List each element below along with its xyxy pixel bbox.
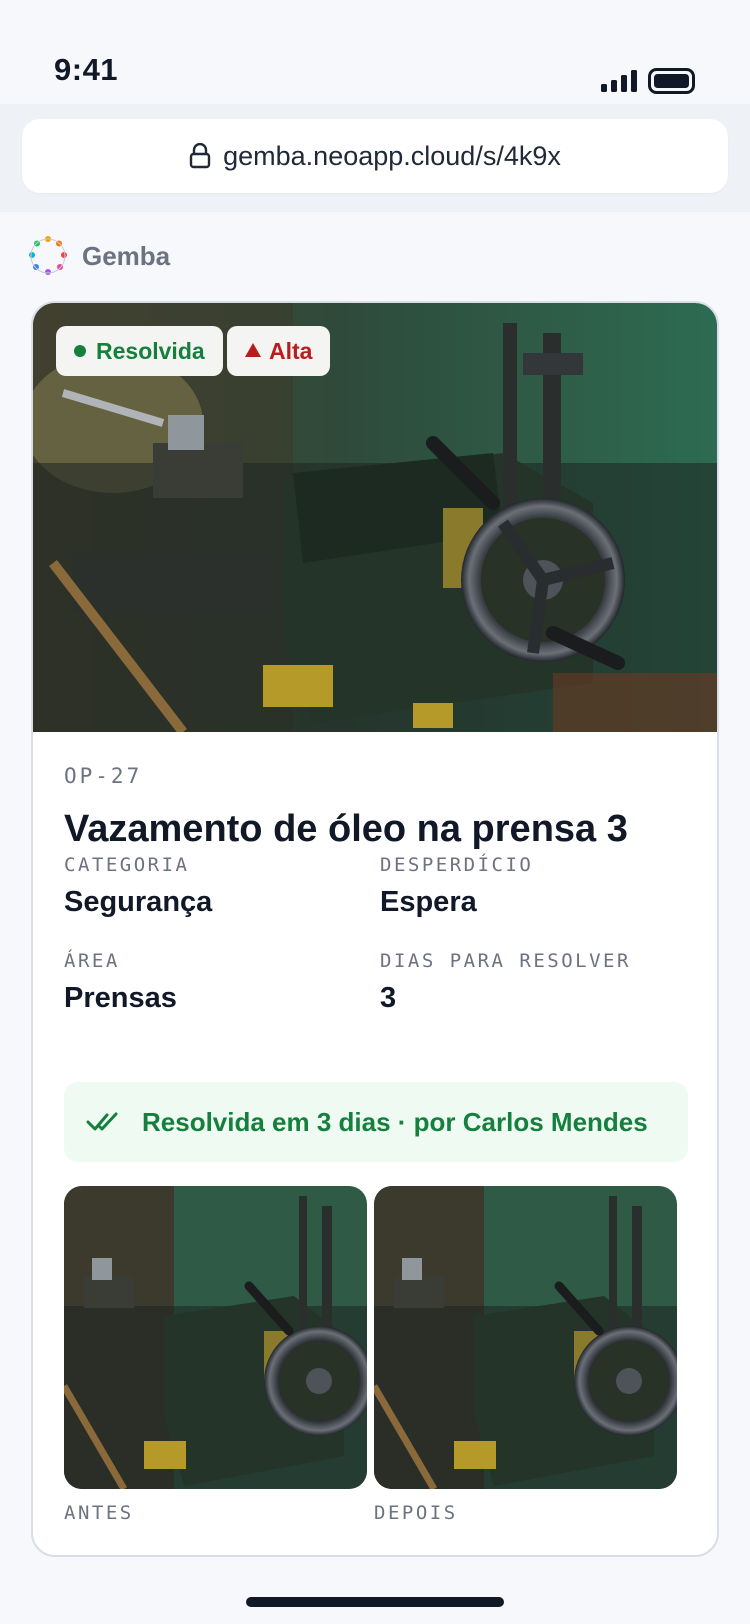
issue-code: OP-27 <box>64 764 143 788</box>
photo-after-label: DEPOIS <box>374 1502 458 1524</box>
gemba-logo-icon <box>29 236 67 275</box>
field-label-area: ÁREA <box>64 950 120 972</box>
field-value-categoria: Segurança <box>64 886 213 918</box>
resolution-banner: Resolvida em 3 dias · por Carlos Mendes <box>64 1082 688 1162</box>
status-dot-icon <box>74 345 86 357</box>
field-label-dias: DIAS PARA RESOLVER <box>380 950 631 972</box>
status-time: 9:41 <box>54 52 119 87</box>
photo-after[interactable] <box>374 1186 677 1489</box>
url-text: gemba.neoapp.cloud/s/4k9x <box>223 140 561 171</box>
before-photo-image <box>64 1186 367 1489</box>
photo-before-label: ANTES <box>64 1502 134 1524</box>
issue-title: Vazamento de óleo na prensa 3 <box>64 808 628 850</box>
lock-icon <box>189 143 211 169</box>
home-indicator[interactable] <box>246 1597 504 1607</box>
issue-card: Resolvida Alta OP-27 Vazamento de óleo n… <box>31 301 719 1557</box>
priority-badge: Alta <box>227 326 331 376</box>
field-value-dias: 3 <box>380 982 397 1014</box>
address-bar[interactable]: gemba.neoapp.cloud/s/4k9x <box>22 119 728 193</box>
status-label: Resolvida <box>96 337 205 364</box>
cellular-signal-icon <box>601 70 637 92</box>
battery-icon <box>648 68 695 94</box>
brand[interactable]: Gemba <box>28 236 170 276</box>
photo-before[interactable] <box>64 1186 367 1489</box>
resolution-text: Resolvida em 3 dias · por Carlos Mendes <box>142 1106 648 1137</box>
double-check-icon <box>86 1112 118 1131</box>
issue-photo[interactable]: Resolvida Alta <box>33 303 717 732</box>
field-label-categoria: CATEGORIA <box>64 854 190 876</box>
field-value-desperdicio: Espera <box>380 886 477 918</box>
browser-toolbar: gemba.neoapp.cloud/s/4k9x <box>0 104 750 212</box>
status-badge: Resolvida <box>56 326 223 376</box>
priority-label: Alta <box>269 337 313 364</box>
brand-name: Gemba <box>82 240 171 271</box>
warning-triangle-icon <box>245 342 261 357</box>
field-label-desperdicio: DESPERDÍCIO <box>380 854 534 876</box>
after-photo-image <box>374 1186 677 1489</box>
status-bar: 9:41 <box>0 0 750 104</box>
field-value-area: Prensas <box>64 982 177 1014</box>
